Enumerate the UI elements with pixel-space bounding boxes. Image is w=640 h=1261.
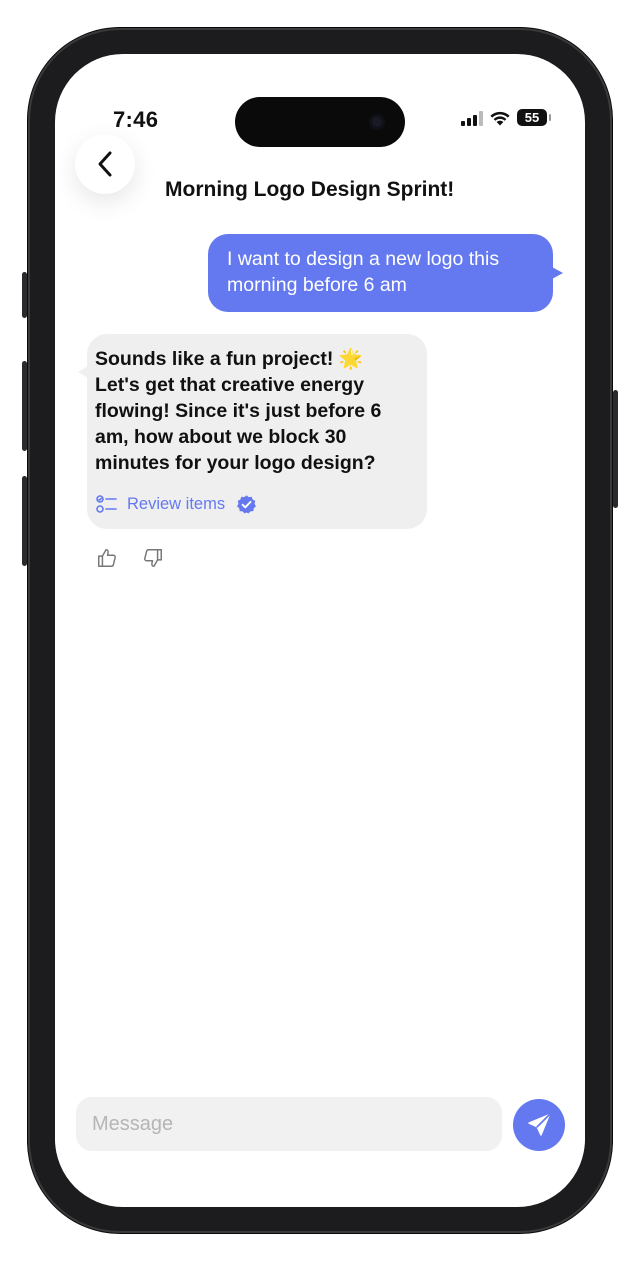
dynamic-island: [235, 97, 405, 147]
side-button-volume-up: [22, 361, 27, 451]
send-button[interactable]: [513, 1099, 565, 1151]
side-button-power: [613, 390, 618, 508]
message-composer: [76, 1097, 502, 1151]
camera-icon: [369, 114, 385, 130]
checklist-icon: [96, 495, 117, 513]
thumbs-up-icon: [98, 549, 116, 567]
back-button[interactable]: [75, 134, 135, 194]
user-message-text: I want to design a new logo this morning…: [227, 248, 500, 296]
screen: 7:46 55 Morning Logo Design Sprint! I wa…: [55, 54, 585, 1207]
phone-frame: 7:46 55 Morning Logo Design Sprint! I wa…: [22, 28, 618, 1233]
status-time: 7:46: [113, 107, 159, 132]
bot-message-text: Sounds like a fun project!: [95, 348, 339, 370]
message-feedback: [95, 546, 165, 570]
thumbs-down-icon: [144, 549, 162, 567]
verified-badge-icon: [237, 494, 257, 514]
bot-message-bubble: Sounds like a fun project! 🌟 Let's get t…: [78, 334, 427, 529]
bot-message-text-cont: Let's get that creative energy flowing! …: [95, 374, 382, 474]
status-indicators: 55: [461, 109, 551, 126]
message-input[interactable]: [90, 1111, 488, 1137]
side-button-volume-down: [22, 476, 27, 566]
thumbs-down-button[interactable]: [141, 546, 165, 570]
cellular-signal-icon: [461, 110, 483, 126]
thumbs-up-button[interactable]: [95, 546, 119, 570]
paper-plane-icon: [528, 1113, 551, 1136]
side-button-action: [22, 272, 27, 318]
review-items-label: Review items: [127, 495, 226, 513]
page-title: Morning Logo Design Sprint!: [165, 178, 455, 201]
battery-icon: 55: [517, 109, 551, 126]
star-emoji-icon: 🌟: [338, 348, 364, 370]
review-items-link[interactable]: Review items: [96, 491, 257, 517]
wifi-icon: [490, 111, 510, 125]
chevron-left-icon: [98, 151, 112, 177]
user-message-bubble: I want to design a new logo this morning…: [208, 234, 563, 312]
